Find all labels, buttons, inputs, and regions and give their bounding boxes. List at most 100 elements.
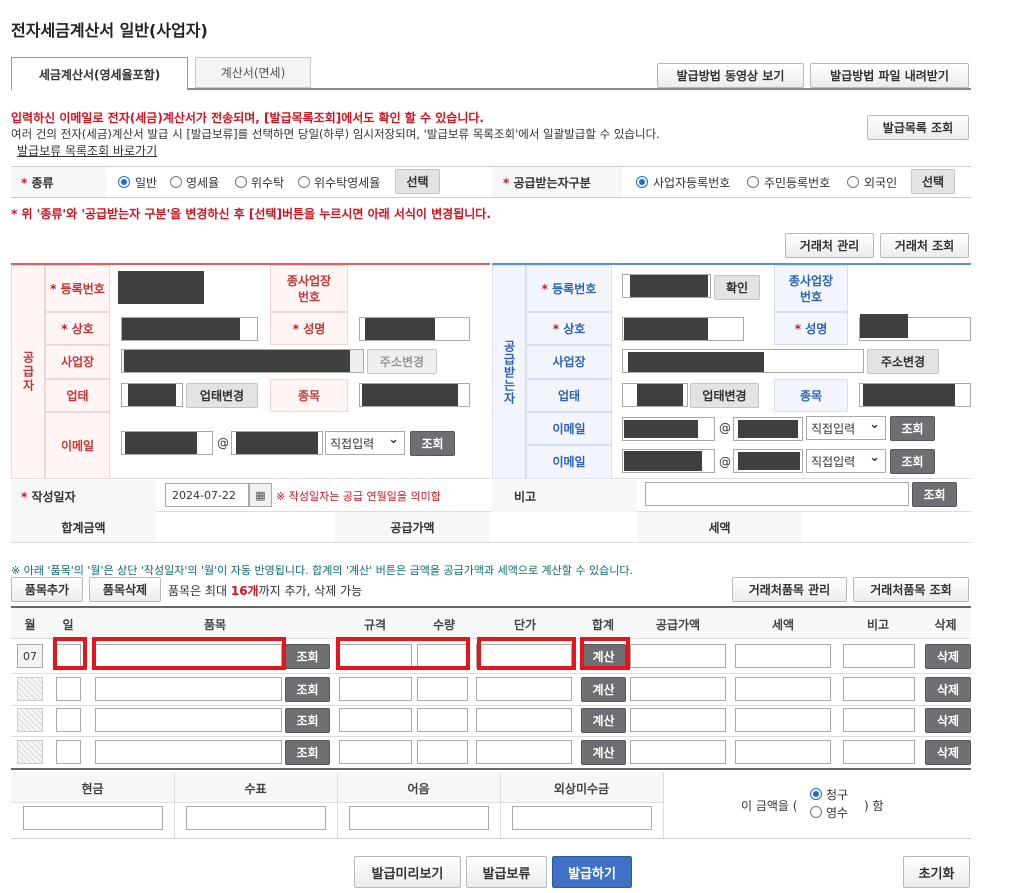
receiver-biztype-change-button[interactable]: 업태변경 — [690, 383, 759, 408]
row-day-input[interactable] — [56, 708, 81, 732]
supplier-email-domain-select[interactable]: 직접입력 — [325, 431, 405, 455]
row-spec-input[interactable] — [339, 708, 412, 732]
item-delete-button[interactable]: 품목삭제 — [89, 577, 161, 602]
receiver-name-masked — [624, 318, 708, 340]
row-supply-input[interactable] — [630, 677, 726, 701]
highlight-calc — [580, 637, 630, 670]
partner-item-manage-button[interactable]: 거래처품목 관리 — [732, 577, 847, 602]
receiver-addr-change-button[interactable]: 주소변경 — [867, 349, 939, 374]
row-tax-input[interactable] — [735, 708, 831, 732]
row-item-search-button[interactable]: 조회 — [285, 740, 330, 765]
receiver-email2-search-button[interactable]: 조회 — [890, 449, 935, 474]
row-tax-input[interactable] — [735, 677, 831, 701]
highlight-item — [92, 637, 286, 670]
receiver-email1-domain-select[interactable]: 직접입력 — [806, 416, 886, 440]
receiver-email1-search-button[interactable]: 조회 — [890, 416, 935, 441]
type-zero-rate-radio[interactable] — [170, 176, 182, 188]
tab-invoice[interactable]: 계산서(면세) — [195, 57, 311, 88]
receiver-email1-label: 이메일 — [526, 412, 612, 445]
file-download-button[interactable]: 발급방법 파일 내려받기 — [810, 63, 969, 88]
partner-item-search-button[interactable]: 거래처품목 조회 — [853, 577, 969, 602]
receiver-ceo-masked — [860, 314, 908, 338]
item-add-button[interactable]: 품목추가 — [11, 577, 83, 602]
row-qty-input[interactable] — [417, 708, 468, 732]
recv-biz-radio[interactable] — [636, 176, 648, 188]
receiver-confirm-button[interactable]: 확인 — [714, 275, 760, 300]
row-memo-input[interactable] — [843, 708, 915, 732]
row-item-input[interactable] — [95, 677, 282, 701]
pay-credit-input[interactable] — [512, 806, 652, 830]
row-qty-input[interactable] — [417, 740, 468, 764]
partner-manage-button[interactable]: 거래처 관리 — [785, 233, 874, 258]
pay-check-input[interactable] — [186, 806, 326, 830]
date-value: 2024-07-22 — [172, 488, 236, 502]
row-spec-input[interactable] — [339, 677, 412, 701]
type-consign-zero-radio[interactable] — [298, 176, 310, 188]
row-qty-input[interactable] — [417, 677, 468, 701]
row-delete-button[interactable]: 삭제 — [925, 708, 971, 733]
issue-button[interactable]: 발급하기 — [552, 856, 632, 888]
col-price: 단가 — [513, 618, 537, 632]
row-item-search-button[interactable]: 조회 — [285, 708, 330, 733]
receiver-item-label: 종목 — [774, 379, 848, 412]
row-delete-button[interactable]: 삭제 — [925, 644, 971, 669]
supplier-email-search-button[interactable]: 조회 — [410, 431, 455, 456]
recv-foreign-radio[interactable] — [847, 176, 859, 188]
row-memo-input[interactable] — [843, 644, 915, 668]
row-item-search-button[interactable]: 조회 — [285, 677, 330, 702]
recv-resident-radio[interactable] — [747, 176, 759, 188]
hold-list-link[interactable]: 발급보류 목록조회 바로가기 — [17, 142, 157, 159]
row-calc-button[interactable]: 계산 — [581, 740, 626, 765]
type-general-radio[interactable] — [118, 176, 130, 188]
row-tax-input[interactable] — [735, 740, 831, 764]
reset-button[interactable]: 초기화 — [903, 856, 970, 888]
row-delete-button[interactable]: 삭제 — [925, 740, 971, 765]
pay-suffix-post: ) 함 — [864, 799, 884, 813]
issue-hold-button[interactable]: 발급보류 — [466, 856, 547, 888]
type-consign-radio[interactable] — [235, 176, 247, 188]
row-delete-button[interactable]: 삭제 — [925, 677, 971, 702]
row-supply-input[interactable] — [630, 708, 726, 732]
row-price-input[interactable] — [476, 740, 572, 764]
row-memo-input[interactable] — [843, 677, 915, 701]
video-guide-button[interactable]: 발급방법 동영상 보기 — [657, 63, 804, 88]
pay-note-input[interactable] — [349, 806, 489, 830]
row-divider — [11, 736, 971, 737]
row-item-input[interactable] — [95, 740, 282, 764]
memo-label: 비고 — [514, 490, 537, 504]
row-calc-button[interactable]: 계산 — [581, 677, 626, 702]
row-memo-input[interactable] — [843, 740, 915, 764]
row-tax-input[interactable] — [735, 644, 831, 668]
row-supply-input[interactable] — [630, 644, 726, 668]
row-item-input[interactable] — [95, 708, 282, 732]
row-day-input[interactable] — [56, 740, 81, 764]
receiver-email2-domain-select[interactable]: 직접입력 — [806, 449, 886, 473]
supplier-name-label: * 상호 — [45, 312, 110, 345]
row-item-search-button[interactable]: 조회 — [285, 644, 330, 669]
row-price-input[interactable] — [476, 677, 572, 701]
pay-cash-input[interactable] — [23, 806, 163, 830]
memo-input[interactable] — [645, 482, 909, 506]
issue-preview-button[interactable]: 발급미리보기 — [354, 856, 461, 888]
row-spec-input[interactable] — [339, 740, 412, 764]
sum-supply-cell: 공급가액 — [335, 512, 490, 542]
row-supply-input[interactable] — [630, 740, 726, 764]
tab-tax-invoice[interactable]: 세금계산서(영세율포함) — [11, 57, 188, 90]
row-price-input[interactable] — [476, 708, 572, 732]
pay-receipt-radio[interactable] — [810, 806, 822, 818]
supplier-addr-change-button[interactable]: 주소변경 — [367, 349, 437, 374]
receiver-biztype-label: 업태 — [526, 379, 612, 412]
partner-search-button[interactable]: 거래처 조회 — [880, 233, 969, 258]
supplier-biztype-change-button[interactable]: 업태변경 — [186, 383, 258, 408]
recv-select-button[interactable]: 선택 — [911, 169, 955, 194]
issue-list-button[interactable]: 발급목록 조회 — [867, 115, 969, 140]
calendar-icon[interactable]: ▦ — [249, 483, 272, 507]
date-input[interactable]: 2024-07-22 — [165, 483, 249, 507]
row-day-input[interactable] — [56, 677, 81, 701]
type-select-button[interactable]: 선택 — [395, 169, 440, 194]
type-option-label: 위수탁 — [251, 176, 285, 190]
row-calc-button[interactable]: 계산 — [581, 708, 626, 733]
pay-claim-radio[interactable] — [810, 788, 822, 800]
receiver-email2-label: 이메일 — [526, 445, 612, 479]
memo-search-button[interactable]: 조회 — [912, 482, 957, 507]
